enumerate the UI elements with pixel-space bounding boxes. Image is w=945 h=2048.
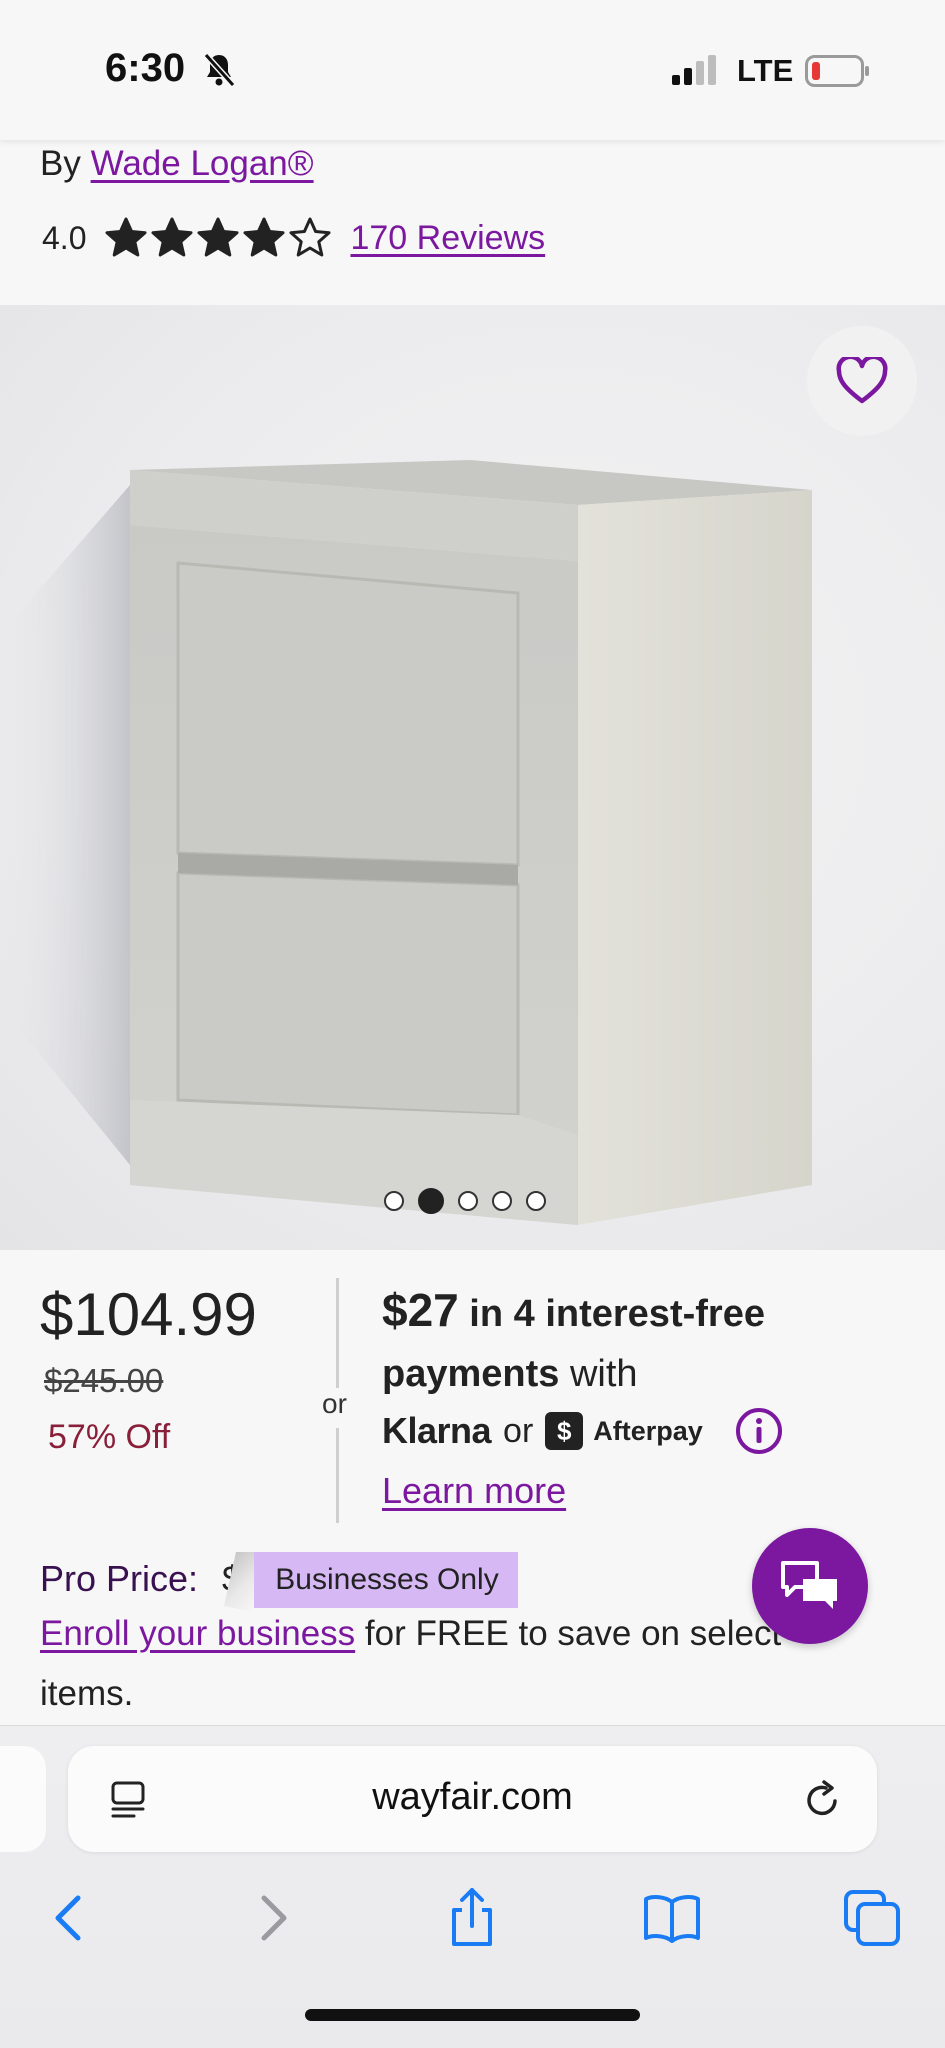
carousel-dot[interactable] bbox=[458, 1191, 478, 1211]
rating-value: 4.0 bbox=[42, 219, 87, 256]
product-image[interactable] bbox=[0, 305, 945, 1250]
installment-amount: $27 bbox=[382, 1284, 459, 1336]
current-price: $104.99 bbox=[40, 1281, 257, 1348]
previous-tab-preview[interactable] bbox=[0, 1746, 46, 1852]
businesses-only-badge: Businesses Only bbox=[242, 1552, 518, 1608]
learn-more-link[interactable]: Learn more bbox=[382, 1470, 566, 1512]
heart-icon bbox=[836, 357, 888, 404]
brand-prefix: By bbox=[40, 144, 81, 183]
favorite-button[interactable] bbox=[807, 326, 917, 436]
installment-terms: in 4 interest-free bbox=[458, 1293, 765, 1335]
afterpay-icon: $ bbox=[545, 1412, 584, 1450]
payment-providers: Klarna or $ Afterpay bbox=[382, 1405, 783, 1457]
back-icon[interactable] bbox=[38, 1886, 102, 1950]
status-time: 6:30 bbox=[105, 46, 186, 90]
forward-icon[interactable] bbox=[240, 1886, 304, 1950]
carousel-dots bbox=[384, 1188, 546, 1214]
share-icon[interactable] bbox=[440, 1886, 504, 1950]
tabs-icon[interactable] bbox=[840, 1886, 904, 1950]
installment-with: with bbox=[559, 1353, 638, 1395]
enroll-business-link[interactable]: Enroll your business bbox=[40, 1614, 355, 1653]
rating-row: 4.0 170 Reviews bbox=[42, 214, 545, 262]
home-indicator bbox=[305, 2009, 640, 2021]
star-empty-icon bbox=[289, 217, 331, 257]
carousel-dot[interactable] bbox=[492, 1191, 512, 1211]
browser-toolbar: wayfair.com bbox=[0, 1725, 945, 2048]
carousel-dot[interactable] bbox=[418, 1188, 444, 1214]
carousel-dot[interactable] bbox=[384, 1191, 404, 1211]
discount-label: 57% Off bbox=[48, 1418, 171, 1456]
star-rating bbox=[104, 216, 334, 260]
klarna-logo: Klarna bbox=[382, 1410, 492, 1451]
divider bbox=[336, 1428, 339, 1523]
star-filled-icon bbox=[243, 217, 285, 257]
afterpay-logo: Afterpay bbox=[593, 1415, 703, 1446]
brand-line: By Wade Logan® bbox=[40, 144, 314, 184]
reload-icon[interactable] bbox=[802, 1780, 842, 1820]
chat-button[interactable] bbox=[752, 1528, 868, 1644]
chat-icon bbox=[781, 1561, 837, 1609]
bell-slash-icon bbox=[203, 52, 236, 88]
providers-or: or bbox=[503, 1411, 534, 1450]
battery-icon bbox=[805, 55, 869, 87]
star-filled-icon bbox=[197, 217, 239, 257]
star-filled-icon bbox=[151, 217, 193, 257]
was-price: $245.00 bbox=[44, 1362, 164, 1399]
enroll-text-continued: items. bbox=[40, 1674, 134, 1713]
status-bar: 6:30 LTE bbox=[0, 0, 945, 140]
enroll-description: for FREE to save on select bbox=[355, 1614, 782, 1653]
signal-icon bbox=[672, 55, 716, 85]
enroll-text: Enroll your business for FREE to save on… bbox=[40, 1614, 781, 1654]
nightstand-illustration bbox=[0, 460, 812, 1225]
reviews-link[interactable]: 170 Reviews bbox=[350, 219, 545, 258]
divider bbox=[336, 1278, 339, 1388]
installment-payments: payments bbox=[382, 1353, 560, 1395]
star-filled-icon bbox=[105, 217, 147, 257]
installment-text: $27 in 4 interest-free payments with bbox=[382, 1280, 842, 1404]
or-separator: or bbox=[322, 1388, 347, 1419]
pro-price-label: Pro Price: bbox=[40, 1558, 199, 1599]
carousel-dot[interactable] bbox=[526, 1191, 546, 1211]
address-bar[interactable]: wayfair.com bbox=[68, 1746, 877, 1852]
network-label: LTE bbox=[737, 53, 794, 88]
info-icon[interactable] bbox=[735, 1407, 783, 1455]
brand-link[interactable]: Wade Logan® bbox=[91, 144, 314, 183]
url-text: wayfair.com bbox=[372, 1776, 573, 1818]
bookmarks-icon[interactable] bbox=[640, 1886, 704, 1950]
